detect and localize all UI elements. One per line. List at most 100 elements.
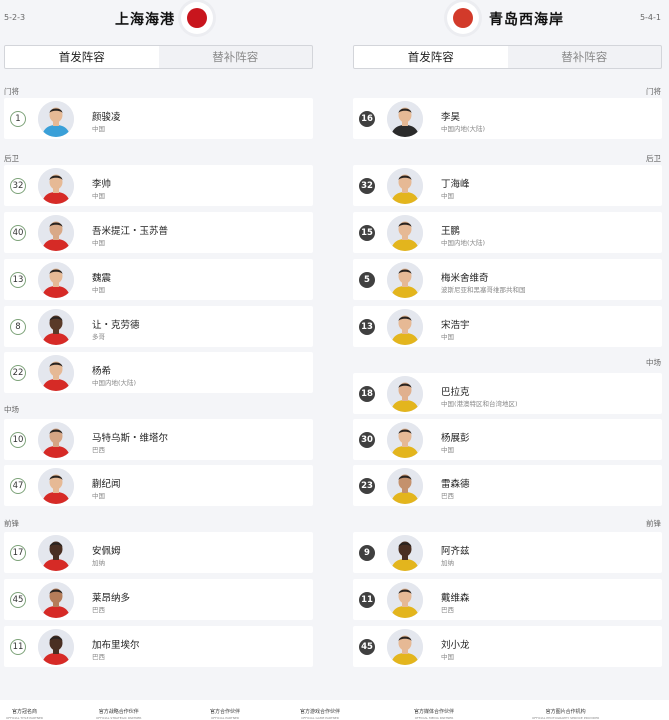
sponsor-title: 官方冠名商	[12, 709, 38, 715]
player-avatar[interactable]	[38, 629, 74, 665]
sponsor-subtitle: OFFICIAL STRATEGIC PARTNER	[96, 716, 142, 720]
player-name[interactable]: 让・克劳德	[92, 317, 140, 331]
sponsor-label: 官方图片合作机构 OFFICIAL PHOTOGRAPHY SERVICE PRO…	[532, 708, 599, 720]
player-avatar[interactable]	[387, 309, 423, 345]
home-player-card[interactable]: 8 让・克劳德 多哥	[4, 306, 313, 347]
player-name[interactable]: 梅米舍维奇	[441, 270, 489, 284]
away-team-name[interactable]: 青岛西海岸	[489, 9, 564, 29]
sponsor-title: 官方媒体合作伙伴	[414, 709, 455, 715]
player-name[interactable]: 宋浩宇	[441, 317, 470, 331]
jersey-number: 13	[359, 319, 375, 335]
player-name[interactable]: 莱昂纳多	[92, 590, 130, 604]
away-player-card[interactable]: 16 李昊 中国内地(大陆)	[353, 98, 662, 139]
away-player-card[interactable]: 9 阿齐兹 加纳	[353, 532, 662, 573]
player-avatar[interactable]	[387, 262, 423, 298]
home-tab-starting[interactable]: 首发阵容	[5, 46, 159, 68]
player-name[interactable]: 巴拉克	[441, 384, 470, 398]
home-player-card[interactable]: 1 颜骏凌 中国	[4, 98, 313, 139]
home-player-card[interactable]: 22 杨希 中国内地(大陆)	[4, 352, 313, 393]
home-player-card[interactable]: 32 李帅 中国	[4, 165, 313, 206]
away-tab-subs[interactable]: 替补阵容	[508, 46, 662, 68]
sponsor-title: 官方游戏合作伙伴	[300, 709, 341, 715]
jersey-number: 5	[359, 272, 375, 288]
away-player-card[interactable]: 18 巴拉克 中国(港澳特区和台湾地区)	[353, 373, 662, 414]
home-team-name[interactable]: 上海海港	[115, 9, 175, 29]
away-player-card[interactable]: 11 戴维森 巴西	[353, 579, 662, 620]
player-avatar[interactable]	[38, 422, 74, 458]
player-name[interactable]: 李昊	[441, 109, 460, 123]
player-name[interactable]: 蒯纪闻	[92, 476, 121, 490]
player-avatar[interactable]	[38, 355, 74, 391]
player-avatar[interactable]	[387, 101, 423, 137]
away-player-card[interactable]: 5 梅米舍维奇波斯尼亚和黑塞哥维那共和国	[353, 259, 662, 300]
player-avatar[interactable]	[387, 582, 423, 618]
player-name[interactable]: 李帅	[92, 176, 111, 190]
player-name[interactable]: 安佩姆	[92, 543, 121, 557]
player-avatar[interactable]	[38, 309, 74, 345]
section-label-away: 前锋	[646, 519, 661, 528]
player-avatar[interactable]	[387, 422, 423, 458]
player-name[interactable]: 马特乌斯・维塔尔	[92, 430, 168, 444]
away-tab-starting[interactable]: 首发阵容	[354, 46, 508, 68]
player-name[interactable]: 雷森德	[441, 476, 470, 490]
home-player-card[interactable]: 47 蒯纪闻 中国	[4, 465, 313, 506]
player-avatar[interactable]	[38, 262, 74, 298]
jersey-number: 1	[10, 111, 26, 127]
player-name[interactable]: 丁海峰	[441, 176, 470, 190]
player-name[interactable]: 魏震	[92, 270, 111, 284]
away-player-card[interactable]: 30 杨展彭 中国	[353, 419, 662, 460]
player-name[interactable]: 刘小龙	[441, 637, 470, 651]
player-avatar[interactable]	[387, 629, 423, 665]
player-nationality: 波斯尼亚和黑塞哥维那共和国	[441, 286, 526, 294]
player-avatar[interactable]	[38, 101, 74, 137]
home-player-card[interactable]: 45 莱昂纳多 巴西	[4, 579, 313, 620]
player-name[interactable]: 阿齐兹	[441, 543, 470, 557]
sponsor-label: 官方媒体合作伙伴 OFFICIAL MEDIA PARTNER	[414, 708, 454, 720]
player-avatar[interactable]	[387, 376, 423, 412]
player-avatar[interactable]	[387, 535, 423, 571]
player-avatar[interactable]	[38, 168, 74, 204]
away-player-card[interactable]: 23 雷森德 巴西	[353, 465, 662, 506]
player-nationality: 巴西	[92, 446, 105, 454]
home-player-card[interactable]: 40 吾米提江・玉苏普 中国	[4, 212, 313, 253]
away-lineup-tabs: 首发阵容 替补阵容	[353, 45, 662, 69]
away-player-card[interactable]: 45 刘小龙 中国	[353, 626, 662, 667]
player-name[interactable]: 杨希	[92, 363, 111, 377]
player-avatar[interactable]	[387, 468, 423, 504]
home-lineup-tabs: 首发阵容 替补阵容	[4, 45, 313, 69]
player-name[interactable]: 颜骏凌	[92, 109, 121, 123]
section-label-home: 前锋	[4, 519, 19, 528]
player-nationality: 中国	[92, 492, 105, 500]
player-name[interactable]: 加布里埃尔	[92, 637, 140, 651]
player-name[interactable]: 吾米提江・玉苏普	[92, 223, 168, 237]
home-player-card[interactable]: 13 魏震 中国	[4, 259, 313, 300]
home-tab-subs[interactable]: 替补阵容	[159, 46, 313, 68]
player-avatar[interactable]	[38, 535, 74, 571]
player-avatar[interactable]	[387, 168, 423, 204]
player-nationality: 中国(港澳特区和台湾地区)	[441, 400, 518, 408]
player-name[interactable]: 杨展彭	[441, 430, 470, 444]
home-player-card[interactable]: 10 马特乌斯・维塔尔 巴西	[4, 419, 313, 460]
jersey-number: 8	[10, 319, 26, 335]
home-player-card[interactable]: 11 加布里埃尔 巴西	[4, 626, 313, 667]
player-avatar[interactable]	[387, 215, 423, 251]
player-avatar[interactable]	[38, 468, 74, 504]
jersey-number: 32	[10, 178, 26, 194]
player-avatar[interactable]	[38, 215, 74, 251]
home-logo-badge-icon	[187, 8, 207, 28]
away-team-logo[interactable]	[447, 2, 479, 34]
sponsor-label: 官方冠名商 OFFICIAL TITLE PARTNER	[6, 708, 43, 720]
away-player-card[interactable]: 32 丁海峰 中国	[353, 165, 662, 206]
player-name[interactable]: 戴维森	[441, 590, 470, 604]
home-player-card[interactable]: 17 安佩姆 加纳	[4, 532, 313, 573]
sponsor-label: 官方战略合作伙伴 OFFICIAL STRATEGIC PARTNER	[96, 708, 141, 720]
away-player-card[interactable]: 13 宋浩宇 中国	[353, 306, 662, 347]
player-nationality: 中国内地(大陆)	[441, 239, 486, 247]
away-player-card[interactable]: 15 王鹏 中国内地(大陆)	[353, 212, 662, 253]
away-team-header: 青岛西海岸 5-4-1	[339, 0, 669, 36]
player-nationality: 中国	[441, 446, 454, 454]
home-team-logo[interactable]	[181, 2, 213, 34]
player-avatar[interactable]	[38, 582, 74, 618]
section-label-home: 后卫	[4, 154, 19, 163]
player-name[interactable]: 王鹏	[441, 223, 460, 237]
